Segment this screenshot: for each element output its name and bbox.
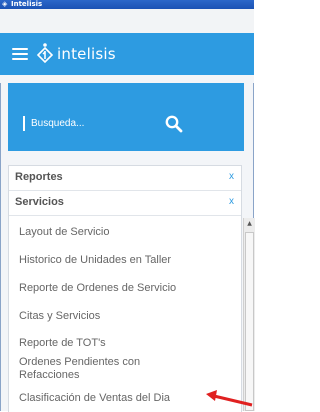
diamond-logo-icon: ◈ (2, 0, 8, 8)
close-section-button[interactable]: x (229, 171, 234, 182)
app-header: intelisis (0, 33, 254, 75)
header-gap (0, 75, 254, 83)
section-reportes[interactable]: Reportes x (9, 166, 241, 191)
scroll-up-icon[interactable]: ▲ (244, 220, 255, 228)
brand-name: intelisis (57, 45, 116, 63)
red-arrow-icon (206, 390, 253, 407)
menu-item-reporte-ordenes[interactable]: Reporte de Ordenes de Servicio (19, 282, 224, 295)
menu-item-layout-de-servicio[interactable]: Layout de Servicio (19, 226, 224, 239)
scroll-thumb[interactable] (245, 232, 254, 411)
menu-item-reporte-tots[interactable]: Reporte de TOT's (19, 337, 224, 350)
close-section-button[interactable]: x (229, 196, 234, 207)
search-input[interactable]: Busqueda... (31, 116, 84, 131)
section-label: Reportes (15, 171, 63, 183)
menu-items: Layout de Servicio Historico de Unidades… (9, 216, 229, 412)
menu-item-citas-servicios[interactable]: Citas y Servicios (19, 310, 224, 323)
menu-item-historico-unidades[interactable]: Historico de Unidades en Taller (19, 254, 224, 267)
search-cursor (23, 116, 25, 131)
menu-item-ordenes-pendientes[interactable]: Ordenes Pendientes con Refacciones (19, 356, 169, 382)
menu-panel: Reportes x Servicios x Layout de Servici… (8, 165, 242, 412)
search-panel: Busqueda... (8, 83, 244, 151)
vertical-scrollbar[interactable]: ▲ (243, 218, 255, 411)
section-servicios[interactable]: Servicios x (9, 191, 241, 216)
hamburger-menu-icon[interactable] (12, 48, 28, 61)
window-titlebar: ◈ Intelisis (0, 0, 254, 9)
section-label: Servicios (15, 196, 64, 208)
top-strip (0, 9, 254, 33)
menu-item-clasificacion-ventas[interactable]: Clasificación de Ventas del Dia (19, 392, 224, 405)
window-title: Intelisis (11, 0, 43, 8)
search-icon[interactable] (165, 115, 183, 133)
intelisis-logo-icon (36, 43, 54, 64)
